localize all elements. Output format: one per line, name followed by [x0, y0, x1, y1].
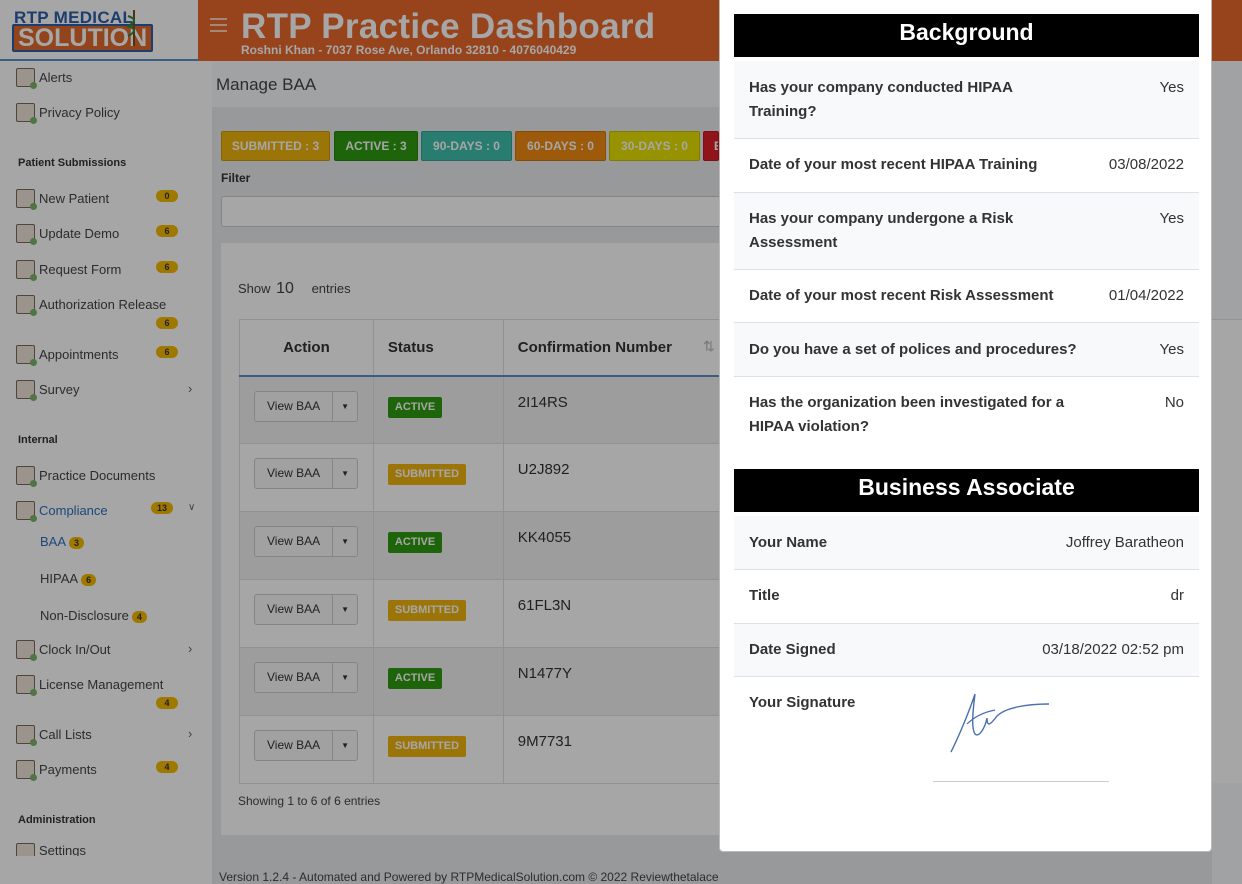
question-label: Your Name [749, 534, 828, 551]
question-label: Has your company undergone a Risk Assess… [749, 210, 1014, 251]
detail-row: Date of your most recent Risk Assessment… [734, 270, 1199, 323]
detail-row: Has your company conducted HIPAA Trainin… [734, 61, 1199, 139]
detail-row: Your Name Joffrey Baratheon [734, 516, 1199, 570]
detail-row: Date of your most recent HIPAA Training … [734, 139, 1199, 193]
signature-line [933, 781, 1109, 782]
detail-row: Do you have a set of polices and procedu… [734, 323, 1199, 377]
question-label: Has your company conducted HIPAA Trainin… [749, 79, 1013, 120]
baa-details-modal: Background Has your company conducted HI… [719, 0, 1212, 852]
answer-value: 03/18/2022 02:52 pm [1042, 641, 1184, 658]
signature-image [950, 693, 1050, 753]
answer-value: dr [1170, 587, 1184, 604]
answer-value: Yes [1159, 210, 1184, 227]
answer-value: 01/04/2022 [1108, 287, 1184, 304]
detail-row: Date Signed 03/18/2022 02:52 pm [734, 624, 1199, 677]
answer-value: No [1164, 394, 1184, 411]
answer-value: Joffrey Baratheon [1065, 534, 1184, 551]
question-label: Title [749, 587, 780, 604]
section-title-background: Background [734, 14, 1199, 57]
question-label: Your Signature [749, 694, 856, 711]
section-title-business-associate: Business Associate [734, 469, 1199, 512]
answer-value: 03/08/2022 [1108, 156, 1184, 173]
detail-row: Has the organization been investigated f… [734, 377, 1199, 454]
question-label: Date Signed [749, 641, 836, 658]
detail-row: Has your company undergone a Risk Assess… [734, 193, 1199, 270]
question-label: Date of your most recent Risk Assessment [749, 287, 1054, 304]
question-label: Do you have a set of polices and procedu… [749, 341, 1077, 358]
question-label: Date of your most recent HIPAA Training [749, 156, 1038, 173]
question-label: Has the organization been investigated f… [749, 394, 1065, 435]
answer-value: Yes [1159, 79, 1184, 96]
answer-value: Yes [1159, 341, 1184, 358]
detail-row: Title dr [734, 570, 1199, 624]
